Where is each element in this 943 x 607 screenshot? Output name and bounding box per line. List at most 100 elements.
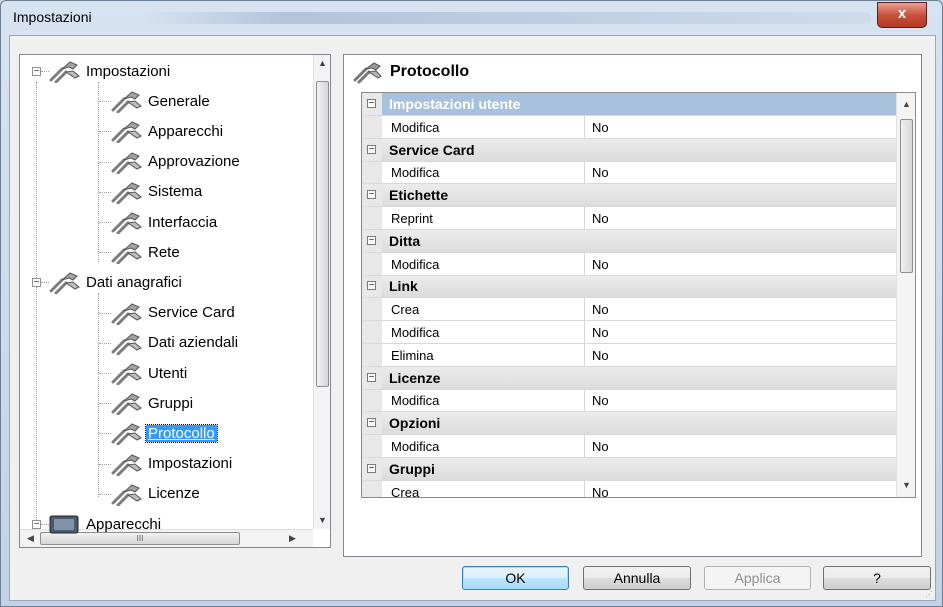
panel-header: Protocollo (352, 58, 469, 86)
tree-item[interactable]: Rete (110, 240, 182, 265)
tree-item[interactable]: Utenti (110, 361, 189, 386)
property-value[interactable]: No (592, 120, 609, 135)
scroll-down-arrow-icon[interactable]: ▼ (314, 512, 330, 529)
collapse-icon[interactable]: − (367, 235, 376, 245)
property-value[interactable]: No (592, 485, 609, 497)
property-row[interactable]: Modifica No (362, 115, 896, 139)
tree-item[interactable]: Dati anagrafici (48, 270, 184, 295)
property-row[interactable]: Modifica No (362, 389, 896, 413)
scroll-down-arrow-icon[interactable]: ▼ (898, 477, 915, 494)
property-category[interactable]: − Link (362, 275, 896, 299)
property-value[interactable]: No (592, 348, 609, 363)
property-category[interactable]: − Etichette (362, 184, 896, 208)
column-separator[interactable] (584, 435, 585, 457)
grid-gutter (362, 435, 382, 457)
column-separator[interactable] (584, 321, 585, 343)
scroll-thumb[interactable] (900, 119, 913, 273)
tree-expander-icon[interactable]: − (32, 520, 41, 530)
scroll-left-arrow-icon[interactable]: ◀ (22, 530, 39, 547)
tools-icon (353, 62, 382, 84)
tree-item[interactable]: Licenze (110, 482, 202, 507)
tree-expander-icon[interactable]: − (32, 278, 41, 288)
tools-icon (110, 119, 144, 144)
property-row[interactable]: Modifica No (362, 321, 896, 344)
property-value[interactable]: No (592, 165, 609, 180)
tree-item-label: Dati anagrafici (86, 273, 182, 291)
column-separator[interactable] (584, 161, 585, 184)
collapse-icon[interactable]: − (367, 463, 376, 473)
resize-grip-icon[interactable]: ⋰ (925, 590, 933, 599)
column-separator[interactable] (584, 207, 585, 229)
property-name: Modifica (391, 256, 440, 272)
tree-item-label: Sistema (148, 183, 203, 201)
property-row[interactable]: Modifica No (362, 161, 896, 185)
tree-vertical-scrollbar[interactable]: ▲ ▼ (313, 55, 330, 529)
collapse-icon[interactable]: − (367, 99, 376, 109)
property-row[interactable]: Elimina No (362, 343, 896, 367)
property-category[interactable]: − Ditta (362, 229, 896, 253)
collapse-icon[interactable]: − (367, 372, 376, 382)
property-category[interactable]: − Impostazioni utente (362, 93, 896, 116)
collapse-icon[interactable]: − (367, 281, 376, 291)
column-separator[interactable] (584, 115, 585, 138)
column-separator[interactable] (584, 252, 585, 275)
property-grid[interactable]: Crea No − Gruppi Modifica No − Opzioni Modifica N… (361, 92, 916, 498)
scroll-thumb[interactable] (316, 81, 329, 387)
settings-tree[interactable]: ▲ ▼ ◀ III ▶ − Impostazioni Generale Apparec… (19, 54, 331, 548)
property-row[interactable]: Crea No (362, 480, 896, 497)
tree-item[interactable]: Dati aziendali (110, 331, 240, 356)
tools-icon (110, 331, 144, 356)
tools-icon (110, 180, 144, 205)
property-value[interactable]: No (592, 393, 609, 408)
panel-title: Protocollo (390, 63, 470, 80)
tree-item[interactable]: Apparecchi (48, 512, 163, 536)
tree-item[interactable]: Impostazioni (110, 452, 234, 477)
tree-item[interactable]: Gruppi (110, 391, 195, 416)
ok-button[interactable]: OK (462, 566, 569, 590)
property-row[interactable]: Modifica No (362, 252, 896, 276)
tree-item[interactable]: Sistema (110, 180, 204, 205)
tree-item[interactable]: Service Card (110, 301, 237, 326)
tree-item-label: Impostazioni (86, 62, 171, 80)
property-row[interactable]: Reprint No (362, 207, 896, 230)
tree-item[interactable]: Generale (110, 89, 212, 114)
column-separator[interactable] (584, 389, 585, 412)
property-category[interactable]: − Service Card (362, 138, 896, 162)
cancel-button[interactable]: Annulla (583, 566, 691, 590)
scroll-up-arrow-icon[interactable]: ▲ (898, 96, 915, 113)
property-value[interactable]: No (592, 211, 609, 226)
tools-icon (110, 150, 144, 175)
tree-item[interactable]: Impostazioni (48, 59, 172, 84)
property-value[interactable]: No (592, 257, 609, 272)
collapse-icon[interactable]: − (367, 144, 376, 154)
tree-item[interactable]: Protocollo (110, 421, 218, 446)
property-value[interactable]: No (592, 439, 609, 454)
column-separator[interactable] (584, 343, 585, 366)
grid-vertical-scrollbar[interactable]: ▲ ▼ (896, 93, 915, 497)
tree-item[interactable]: Approvazione (110, 150, 242, 175)
scroll-up-arrow-icon[interactable]: ▲ (314, 55, 330, 72)
close-icon: x (897, 5, 907, 22)
help-button[interactable]: ? (823, 566, 931, 590)
collapse-icon[interactable]: − (367, 190, 376, 200)
property-row[interactable]: Modifica No (362, 435, 896, 458)
property-value[interactable]: No (592, 302, 609, 317)
apply-button[interactable]: Applica (704, 566, 811, 590)
title-bar[interactable]: Impostazioni x (1, 1, 942, 35)
property-category[interactable]: − Licenze (362, 366, 896, 390)
property-value[interactable]: No (592, 325, 609, 340)
close-button[interactable]: x (877, 2, 927, 28)
property-row[interactable]: Crea No (362, 298, 896, 322)
tree-expander-icon[interactable]: − (32, 67, 41, 77)
column-separator[interactable] (584, 298, 585, 321)
tree-item[interactable]: Apparecchi (110, 119, 225, 144)
property-category[interactable]: − Opzioni (362, 412, 896, 436)
tree-item-label: Dati aziendali (148, 334, 239, 352)
tools-icon (110, 482, 144, 507)
collapse-icon[interactable]: − (367, 418, 376, 428)
tree-item[interactable]: Interfaccia (110, 210, 219, 235)
column-separator[interactable] (584, 480, 585, 497)
property-category[interactable]: − Gruppi (362, 457, 896, 481)
grid-gutter (362, 161, 382, 184)
scroll-right-arrow-icon[interactable]: ▶ (284, 530, 301, 547)
